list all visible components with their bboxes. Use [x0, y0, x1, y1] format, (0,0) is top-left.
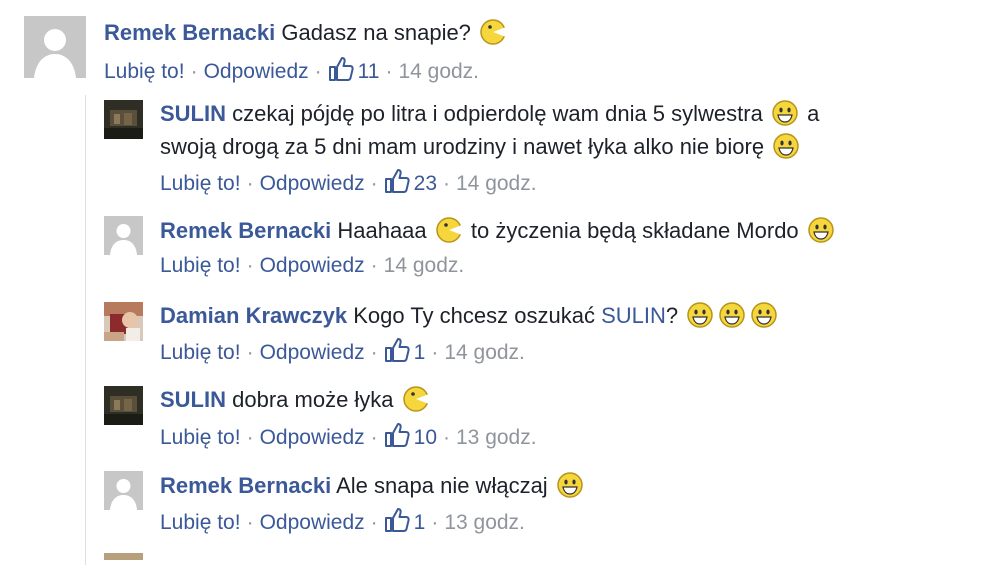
comment-author[interactable]: Remek Bernacki: [104, 20, 275, 45]
timestamp[interactable]: 14 godz.: [456, 172, 537, 195]
like-link[interactable]: Lubię to!: [160, 341, 241, 364]
grin-smiley-icon: [772, 132, 800, 160]
thumbs-up-icon[interactable]: [384, 422, 410, 448]
grin-smiley-icon: [750, 301, 778, 329]
comment-text-cont: to życzenia będą składane Mordo: [470, 218, 799, 243]
thread-line: [85, 95, 86, 565]
avatar[interactable]: [24, 16, 86, 78]
pacman-smiley-icon: [402, 385, 430, 413]
like-count[interactable]: 11: [358, 60, 380, 83]
comment-text-end: ?: [665, 303, 679, 328]
grin-smiley-icon: [718, 301, 746, 329]
comment-text: Gadasz na snapie?: [281, 20, 471, 45]
avatar[interactable]: [104, 386, 143, 425]
pacman-smiley-icon: [435, 216, 463, 244]
reply-link[interactable]: Odpowiedz: [260, 511, 365, 534]
thumbs-up-icon[interactable]: [384, 507, 410, 533]
grin-smiley-icon: [556, 471, 584, 499]
comment-text-end: a: [807, 101, 820, 126]
thumbs-up-icon[interactable]: [384, 168, 410, 194]
avatar-partial[interactable]: [104, 553, 143, 560]
comment-text: Ale snapa nie włączaj: [336, 473, 548, 498]
comment-text-line2: swoją drogą za 5 dni mam urodziny i nawe…: [160, 134, 765, 159]
avatar[interactable]: [104, 216, 143, 255]
comment-text-line1: czekaj pójdę po litra i odpierdolę wam d…: [232, 101, 763, 126]
mention-link[interactable]: SULIN: [601, 303, 666, 328]
comment-text: Kogo Ty chcesz oszukać: [353, 303, 595, 328]
timestamp[interactable]: 13 godz.: [456, 426, 537, 449]
timestamp[interactable]: 14 godz.: [384, 254, 465, 277]
timestamp[interactable]: 14 godz.: [398, 60, 479, 83]
reply-link[interactable]: Odpowiedz: [260, 172, 365, 195]
like-count[interactable]: 1: [414, 341, 426, 364]
reply-link[interactable]: Odpowiedz: [260, 341, 365, 364]
grin-smiley-icon: [686, 301, 714, 329]
thumbs-up-icon[interactable]: [384, 337, 410, 363]
reply-link[interactable]: Odpowiedz: [204, 60, 309, 83]
grin-smiley-icon: [807, 216, 835, 244]
comment-text: dobra może łyka: [232, 387, 394, 412]
avatar[interactable]: [104, 100, 143, 139]
reply-link[interactable]: Odpowiedz: [260, 254, 365, 277]
timestamp[interactable]: 14 godz.: [444, 341, 525, 364]
comment-text: Haahaaa: [337, 218, 427, 243]
like-count[interactable]: 23: [414, 172, 437, 195]
like-link[interactable]: Lubię to!: [104, 60, 185, 83]
pacman-smiley-icon: [479, 18, 507, 46]
timestamp[interactable]: 13 godz.: [444, 511, 525, 534]
like-link[interactable]: Lubię to!: [160, 426, 241, 449]
thumbs-up-icon[interactable]: [328, 56, 354, 82]
avatar[interactable]: [104, 302, 143, 341]
comment-author[interactable]: Remek Bernacki: [160, 473, 331, 498]
like-link[interactable]: Lubię to!: [160, 511, 241, 534]
comment-author[interactable]: Remek Bernacki: [160, 218, 331, 243]
like-link[interactable]: Lubię to!: [160, 254, 241, 277]
like-count[interactable]: 1: [414, 511, 426, 534]
comment-author[interactable]: Damian Krawczyk: [160, 303, 347, 328]
comment-author[interactable]: SULIN: [160, 387, 226, 412]
grin-smiley-icon: [771, 99, 799, 127]
like-link[interactable]: Lubię to!: [160, 172, 241, 195]
like-count[interactable]: 10: [414, 426, 437, 449]
reply-link[interactable]: Odpowiedz: [260, 426, 365, 449]
comment-author[interactable]: SULIN: [160, 101, 226, 126]
avatar[interactable]: [104, 471, 143, 510]
